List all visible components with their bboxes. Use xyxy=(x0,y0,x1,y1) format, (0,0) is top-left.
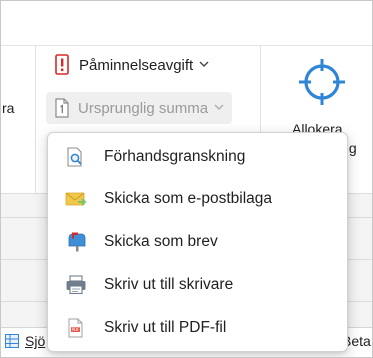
email-attachment-icon xyxy=(65,192,87,206)
exclamation-flag-icon xyxy=(55,54,69,75)
menu-item-label: Skriv ut till PDF-fil xyxy=(104,319,227,336)
svg-text:PDF: PDF xyxy=(72,327,80,332)
crosshair-target-icon[interactable] xyxy=(297,57,347,107)
menu-item-label: Skriv ut till skrivare xyxy=(104,276,234,293)
bottom-tab-left-label: Sjö xyxy=(25,333,46,349)
preview-magnifier-icon xyxy=(67,147,82,167)
reminder-fee-dropdown-button[interactable]: Påminnelseavgift xyxy=(55,53,209,77)
pdf-file-icon: PDF xyxy=(68,318,83,338)
ribbon-group-separator xyxy=(35,45,36,193)
menu-item-label: Skicka som brev xyxy=(104,233,218,250)
menu-item-preview[interactable]: Förhandsgranskning xyxy=(48,136,347,178)
grid-icon xyxy=(5,334,19,348)
printer-icon xyxy=(66,275,86,295)
ribbon-tab-strip xyxy=(1,1,372,45)
app-window: ra Påminnelseavgift Ursprunglig summa Al… xyxy=(0,0,373,358)
mailbox-icon xyxy=(68,232,86,252)
menu-item-label: Förhandsgranskning xyxy=(104,148,246,165)
document-number-icon xyxy=(55,98,69,118)
ribbon-left-partial-label: ra xyxy=(2,100,15,116)
bottom-tab-left[interactable]: Sjö xyxy=(5,333,45,349)
original-amount-label: Ursprunglig summa xyxy=(78,99,209,117)
chevron-down-icon xyxy=(214,102,224,114)
original-amount-dropdown-button[interactable]: Ursprunglig summa xyxy=(46,92,233,124)
print-send-dropdown-menu: Förhandsgranskning Skicka som e-postbila… xyxy=(47,132,348,352)
menu-item-send-letter[interactable]: Skicka som brev xyxy=(48,221,347,263)
menu-item-print-printer[interactable]: Skriv ut till skrivare xyxy=(48,264,347,306)
menu-item-print-pdf[interactable]: PDF Skriv ut till PDF-fil xyxy=(48,307,347,349)
menu-item-email-attachment[interactable]: Skicka som e-postbilaga xyxy=(48,178,347,220)
chevron-down-icon xyxy=(199,59,209,71)
menu-item-label: Skicka som e-postbilaga xyxy=(104,190,272,207)
reminder-fee-label: Påminnelseavgift xyxy=(79,56,194,74)
